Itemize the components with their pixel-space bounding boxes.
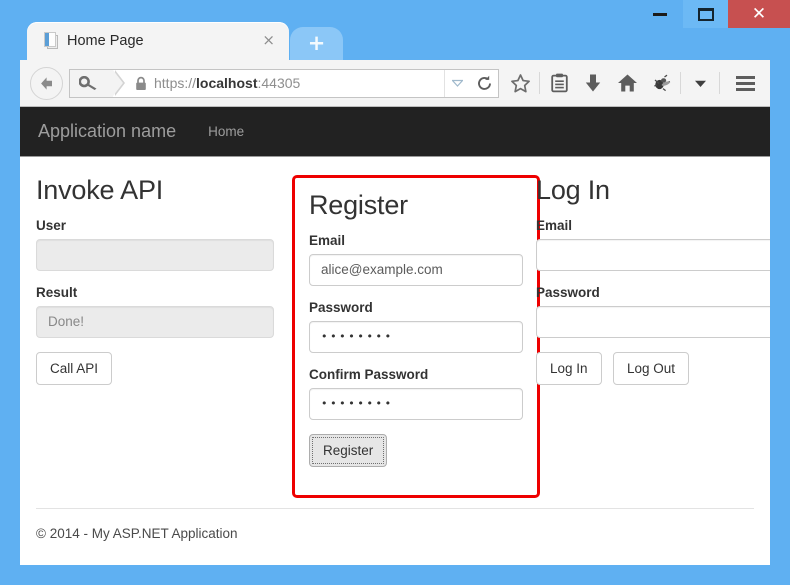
url-text: https://localhost:44305: [154, 75, 300, 91]
user-label: User: [36, 218, 67, 233]
navbar-link-home[interactable]: Home: [208, 124, 244, 139]
login-column: Log In Email Password Log In Log Out: [536, 175, 770, 385]
reading-list-button[interactable]: [542, 63, 576, 103]
login-email-input[interactable]: [536, 239, 770, 271]
toolbar-separator-2: [680, 72, 681, 94]
footer-text: © 2014 - My ASP.NET Application: [36, 526, 238, 541]
page-container: Invoke API User Result Done! Call API Re…: [20, 157, 770, 565]
browser-window: ✕ Home Page × + https://localhost:44305 …: [0, 0, 790, 585]
logout-button[interactable]: Log Out: [613, 352, 690, 385]
minimize-icon: [652, 12, 667, 16]
toolbar-separator-3: [719, 72, 720, 94]
login-password-label: Password: [536, 285, 600, 300]
invoke-api-heading: Invoke API: [36, 175, 164, 205]
tab-close-icon[interactable]: ×: [262, 33, 275, 48]
register-confirm-group: Confirm Password ••••••••: [309, 367, 523, 420]
user-field-group: User: [36, 218, 274, 271]
toolbar-separator: [539, 72, 540, 94]
login-email-label: Email: [536, 218, 573, 233]
login-heading: Log In: [536, 175, 610, 205]
result-label: Result: [36, 285, 78, 300]
download-arrow-icon: [585, 74, 601, 92]
autocomplete-dropdown-button[interactable]: [444, 69, 470, 97]
address-bar-actions: [444, 69, 498, 97]
page-viewport: Application name Home Invoke API User Re…: [20, 107, 770, 565]
toolbar-icons: [503, 60, 770, 107]
key-icon: [79, 75, 97, 90]
register-email-input[interactable]: alice@example.com: [309, 254, 523, 286]
hamburger-menu-icon: [735, 75, 755, 79]
user-input[interactable]: [36, 239, 274, 271]
register-password-group: Password ••••••••: [309, 300, 523, 353]
register-confirm-input[interactable]: ••••••••: [309, 388, 523, 420]
result-input[interactable]: Done!: [36, 306, 274, 338]
star-icon: [510, 73, 530, 92]
home-icon: [617, 74, 637, 92]
register-actions: Register: [309, 434, 523, 467]
register-confirm-label: Confirm Password: [309, 367, 429, 382]
menu-button[interactable]: [726, 63, 764, 103]
register-password-label: Password: [309, 300, 373, 315]
invoke-api-actions: Call API: [36, 352, 274, 385]
plus-icon: +: [307, 31, 326, 55]
login-email-group: Email: [536, 218, 770, 271]
reading-list-icon: [550, 73, 568, 93]
login-actions: Log In Log Out: [536, 352, 770, 385]
new-tab-button[interactable]: +: [290, 27, 343, 60]
register-email-label: Email: [309, 233, 346, 248]
site-identity-button[interactable]: [70, 69, 125, 97]
register-password-input[interactable]: ••••••••: [309, 321, 523, 353]
downloads-button[interactable]: [576, 63, 610, 103]
result-field-group: Result Done!: [36, 285, 274, 338]
register-column: Register Email alice@example.com Passwor…: [292, 175, 540, 498]
url-scheme: https://: [154, 75, 197, 91]
login-password-input[interactable]: [536, 306, 770, 338]
login-password-group: Password: [536, 285, 770, 338]
reload-button[interactable]: [470, 70, 498, 97]
back-button[interactable]: [30, 66, 63, 100]
footer-divider: [36, 508, 754, 509]
register-highlight-box: Register Email alice@example.com Passwor…: [292, 175, 540, 498]
browser-toolbar: https://localhost:44305: [20, 60, 770, 107]
site-navbar: Application name Home: [20, 107, 770, 157]
debugger-button[interactable]: [644, 63, 678, 103]
columns-row: Invoke API User Result Done! Call API Re…: [20, 175, 770, 505]
tab-strip: Home Page × +: [0, 18, 790, 60]
back-arrow-icon: [41, 76, 52, 90]
tab-title: Home Page: [67, 33, 144, 49]
register-email-group: Email alice@example.com: [309, 233, 523, 286]
register-heading: Register: [309, 190, 408, 220]
debugger-dropdown-button[interactable]: [683, 63, 717, 103]
home-button[interactable]: [610, 63, 644, 103]
bookmark-button[interactable]: [503, 63, 537, 103]
browser-tab-home-page[interactable]: Home Page ×: [27, 22, 289, 60]
padlock-icon: [135, 76, 147, 91]
url-host: localhost: [196, 75, 258, 91]
register-submit-button[interactable]: Register: [309, 434, 388, 467]
login-button[interactable]: Log In: [536, 352, 602, 385]
call-api-button[interactable]: Call API: [36, 352, 113, 385]
url-port: :44305: [257, 75, 301, 91]
invoke-api-column: Invoke API User Result Done! Call API: [36, 175, 274, 385]
caret-down-icon: [694, 80, 706, 87]
chevron-down-icon: [452, 79, 463, 87]
address-bar[interactable]: https://localhost:44305: [69, 68, 499, 98]
navbar-brand[interactable]: Application name: [38, 121, 176, 142]
bug-icon: [653, 74, 670, 92]
reload-icon: [477, 75, 491, 90]
page-favicon-icon: [41, 32, 58, 50]
